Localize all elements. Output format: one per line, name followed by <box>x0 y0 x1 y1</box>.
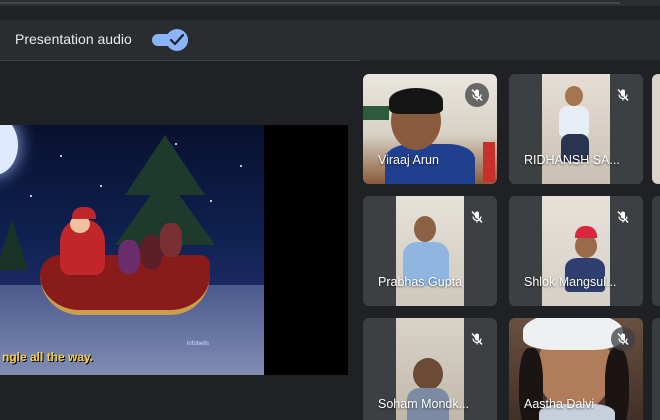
participant-name: RIDHANSH SA... <box>524 153 620 167</box>
participant-tile-partial[interactable] <box>652 318 660 420</box>
presentation-video-frame: infobells ngle all the way. <box>0 125 264 375</box>
participant-tile[interactable]: Shlok Mangsul... <box>509 196 643 306</box>
participant-tile[interactable]: Viraaj Arun <box>363 74 497 184</box>
mic-off-icon <box>465 205 489 229</box>
window-top-bar <box>0 0 660 6</box>
mic-off-icon <box>465 83 489 107</box>
participant-tile[interactable]: Prabhas Gupta <box>363 196 497 306</box>
participant-name: Soham Mondk... <box>378 397 470 411</box>
mic-off-icon <box>611 327 635 351</box>
presentation-audio-label: Presentation audio <box>15 31 132 47</box>
participant-tile[interactable]: RIDHANSH SA... <box>509 74 643 184</box>
participant-tile-partial[interactable] <box>652 196 660 306</box>
presentation-audio-bar: Presentation audio <box>0 20 660 60</box>
video-watermark: infobells <box>187 341 210 347</box>
presentation-audio-toggle[interactable] <box>152 29 188 51</box>
participant-tile-partial[interactable] <box>652 74 660 184</box>
mic-off-icon <box>465 327 489 351</box>
participant-name: Shlok Mangsul... <box>524 275 617 289</box>
participant-name: Viraaj Arun <box>378 153 439 167</box>
participant-tile[interactable]: Aastha Dalvi <box>509 318 643 420</box>
participant-name: Prabhas Gupta <box>378 275 463 289</box>
video-lyrics-caption: ngle all the way. <box>2 350 94 364</box>
shared-presentation[interactable]: infobells ngle all the way. <box>0 125 348 375</box>
check-icon <box>170 34 184 46</box>
participant-tile[interactable]: Soham Mondk... <box>363 318 497 420</box>
mic-off-icon <box>611 83 635 107</box>
mic-off-icon <box>611 205 635 229</box>
divider <box>0 60 360 61</box>
participant-name: Aastha Dalvi <box>524 397 595 411</box>
